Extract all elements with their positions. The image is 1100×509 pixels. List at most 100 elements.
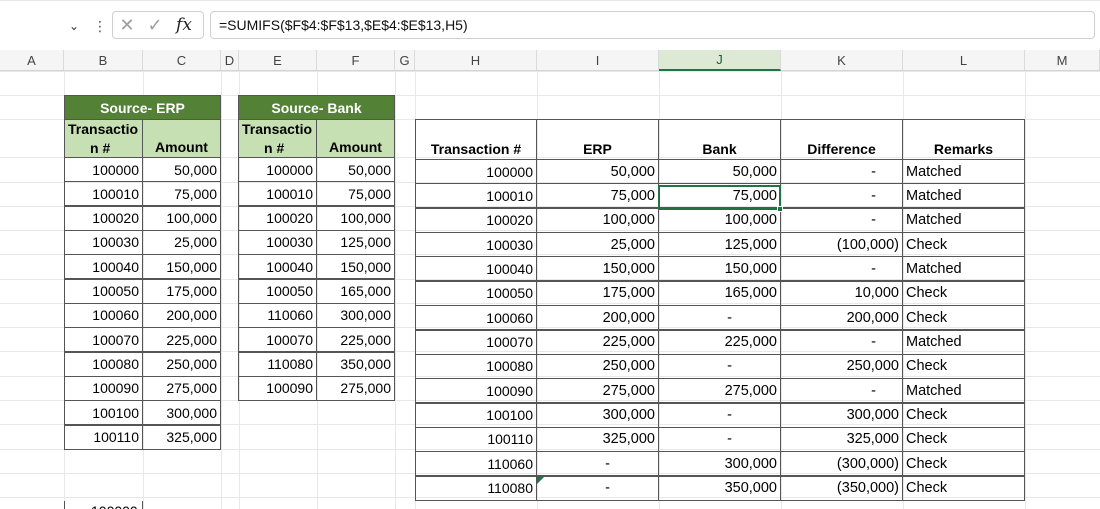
recon-header-4[interactable]: Remarks — [902, 119, 1025, 160]
recon-row-10-col-4[interactable]: Check — [902, 402, 1025, 428]
recon-row-6-col-0[interactable]: 100060 — [415, 305, 537, 331]
recon-row-11-col-0[interactable]: 100110 — [415, 426, 537, 452]
recon-row-5-col-4[interactable]: Check — [902, 280, 1025, 306]
recon-row-7-col-1[interactable]: 225,000 — [536, 329, 659, 355]
error-indicator-icon[interactable] — [537, 477, 544, 484]
erp-row-4-amount[interactable]: 150,000 — [142, 254, 221, 280]
column-header-a[interactable]: A — [0, 50, 64, 71]
erp-row-5-transaction[interactable]: 100050 — [64, 278, 143, 304]
recon-row-2-col-2[interactable]: 100,000 — [658, 207, 781, 233]
recon-row-8-col-3[interactable]: 250,000 — [780, 353, 903, 379]
recon-row-12-col-2[interactable]: 300,000 — [658, 451, 781, 477]
recon-row-11-col-1[interactable]: 325,000 — [536, 426, 659, 452]
cancel-icon[interactable]: ✕ — [113, 12, 141, 38]
insert-function-icon[interactable]: fx — [169, 12, 199, 38]
column-header-d[interactable]: D — [221, 50, 239, 71]
bank-row-9-transaction[interactable]: 100090 — [238, 375, 317, 401]
column-header-k[interactable]: K — [781, 50, 903, 71]
erp-row-11-transaction[interactable]: 100110 — [64, 424, 143, 450]
recon-row-13-col-4[interactable]: Check — [902, 475, 1025, 501]
recon-row-13-col-1[interactable]: - — [536, 475, 659, 501]
recon-row-6-col-1[interactable]: 200,000 — [536, 305, 659, 331]
recon-row-5-col-0[interactable]: 100050 — [415, 280, 537, 306]
recon-row-1-col-3[interactable]: - — [780, 183, 903, 209]
recon-row-1-col-4[interactable]: Matched — [902, 183, 1025, 209]
recon-header-0[interactable]: Transaction # — [415, 119, 537, 160]
recon-row-3-col-1[interactable]: 25,000 — [536, 232, 659, 258]
erp-row-6-amount[interactable]: 200,000 — [142, 302, 221, 328]
recon-row-11-col-2[interactable]: - — [658, 426, 781, 452]
bank-row-0-transaction[interactable]: 100000 — [238, 157, 317, 182]
recon-row-10-col-2[interactable]: - — [658, 402, 781, 428]
erp-row-9-transaction[interactable]: 100090 — [64, 375, 143, 401]
recon-row-6-col-2[interactable]: - — [658, 305, 781, 331]
recon-row-0-col-2[interactable]: 50,000 — [658, 159, 781, 184]
recon-row-13-col-3[interactable]: (350,000) — [780, 475, 903, 501]
recon-row-7-col-2[interactable]: 225,000 — [658, 329, 781, 355]
recon-row-4-col-4[interactable]: Matched — [902, 256, 1025, 282]
erp-row-1-transaction[interactable]: 100010 — [64, 181, 143, 207]
erp-transaction-header[interactable]: Transactio n # — [64, 119, 143, 158]
recon-row-5-col-3[interactable]: 10,000 — [780, 280, 903, 306]
erp-row-2-amount[interactable]: 100,000 — [142, 205, 221, 231]
column-header-e[interactable]: E — [239, 50, 317, 71]
erp-row-5-amount[interactable]: 175,000 — [142, 278, 221, 304]
recon-row-12-col-0[interactable]: 110060 — [415, 451, 537, 477]
recon-row-7-col-3[interactable]: - — [780, 329, 903, 355]
recon-row-5-col-1[interactable]: 175,000 — [536, 280, 659, 306]
erp-row-7-amount[interactable]: 225,000 — [142, 327, 221, 353]
recon-row-2-col-1[interactable]: 100,000 — [536, 207, 659, 233]
recon-row-1-col-1[interactable]: 75,000 — [536, 183, 659, 209]
bank-row-2-amount[interactable]: 100,000 — [316, 205, 395, 231]
erp-amount-header[interactable]: Amount — [142, 119, 221, 158]
column-header-j[interactable]: J — [659, 50, 781, 71]
bank-row-4-transaction[interactable]: 100040 — [238, 254, 317, 280]
column-header-c[interactable]: C — [143, 50, 221, 71]
recon-row-8-col-2[interactable]: - — [658, 353, 781, 379]
recon-row-1-col-2[interactable]: 75,000 — [658, 183, 781, 209]
recon-row-10-col-3[interactable]: 300,000 — [780, 402, 903, 428]
column-header-h[interactable]: H — [415, 50, 537, 71]
cutoff-cell[interactable]: 100000 — [64, 501, 143, 509]
recon-row-13-col-2[interactable]: 350,000 — [658, 475, 781, 501]
recon-row-12-col-4[interactable]: Check — [902, 451, 1025, 477]
recon-row-9-col-2[interactable]: 275,000 — [658, 378, 781, 404]
bank-row-2-transaction[interactable]: 100020 — [238, 205, 317, 231]
recon-row-2-col-4[interactable]: Matched — [902, 207, 1025, 233]
recon-row-9-col-3[interactable]: - — [780, 378, 903, 404]
bank-row-5-transaction[interactable]: 100050 — [238, 278, 317, 304]
enter-icon[interactable]: ✓ — [141, 12, 169, 38]
recon-row-6-col-4[interactable]: Check — [902, 305, 1025, 331]
column-header-g[interactable]: G — [395, 50, 415, 71]
recon-row-11-col-3[interactable]: 325,000 — [780, 426, 903, 452]
bank-row-3-transaction[interactable]: 100030 — [238, 229, 317, 255]
bank-row-0-amount[interactable]: 50,000 — [316, 157, 395, 182]
recon-row-9-col-1[interactable]: 275,000 — [536, 378, 659, 404]
recon-row-8-col-1[interactable]: 250,000 — [536, 353, 659, 379]
recon-row-3-col-0[interactable]: 100030 — [415, 232, 537, 258]
bank-row-7-amount[interactable]: 225,000 — [316, 327, 395, 353]
bank-row-6-transaction[interactable]: 110060 — [238, 302, 317, 328]
recon-row-4-col-1[interactable]: 150,000 — [536, 256, 659, 282]
recon-row-8-col-0[interactable]: 100080 — [415, 353, 537, 379]
more-options-icon[interactable]: ⋮ — [93, 15, 107, 37]
recon-row-0-col-0[interactable]: 100000 — [415, 159, 537, 184]
erp-row-3-transaction[interactable]: 100030 — [64, 229, 143, 255]
recon-row-11-col-4[interactable]: Check — [902, 426, 1025, 452]
recon-header-1[interactable]: ERP — [536, 119, 659, 160]
erp-row-4-transaction[interactable]: 100040 — [64, 254, 143, 280]
recon-row-4-col-3[interactable]: - — [780, 256, 903, 282]
bank-title[interactable]: Source- Bank — [238, 95, 395, 120]
erp-row-11-amount[interactable]: 325,000 — [142, 424, 221, 450]
recon-row-3-col-3[interactable]: (100,000) — [780, 232, 903, 258]
name-box-dropdown-icon[interactable]: ⌄ — [64, 15, 84, 37]
erp-row-10-amount[interactable]: 300,000 — [142, 400, 221, 426]
recon-row-7-col-4[interactable]: Matched — [902, 329, 1025, 355]
recon-row-12-col-1[interactable]: - — [536, 451, 659, 477]
bank-row-1-amount[interactable]: 75,000 — [316, 181, 395, 207]
column-header-b[interactable]: B — [64, 50, 143, 71]
recon-row-6-col-3[interactable]: 200,000 — [780, 305, 903, 331]
bank-row-4-amount[interactable]: 150,000 — [316, 254, 395, 280]
erp-row-3-amount[interactable]: 25,000 — [142, 229, 221, 255]
bank-row-8-amount[interactable]: 350,000 — [316, 351, 395, 377]
